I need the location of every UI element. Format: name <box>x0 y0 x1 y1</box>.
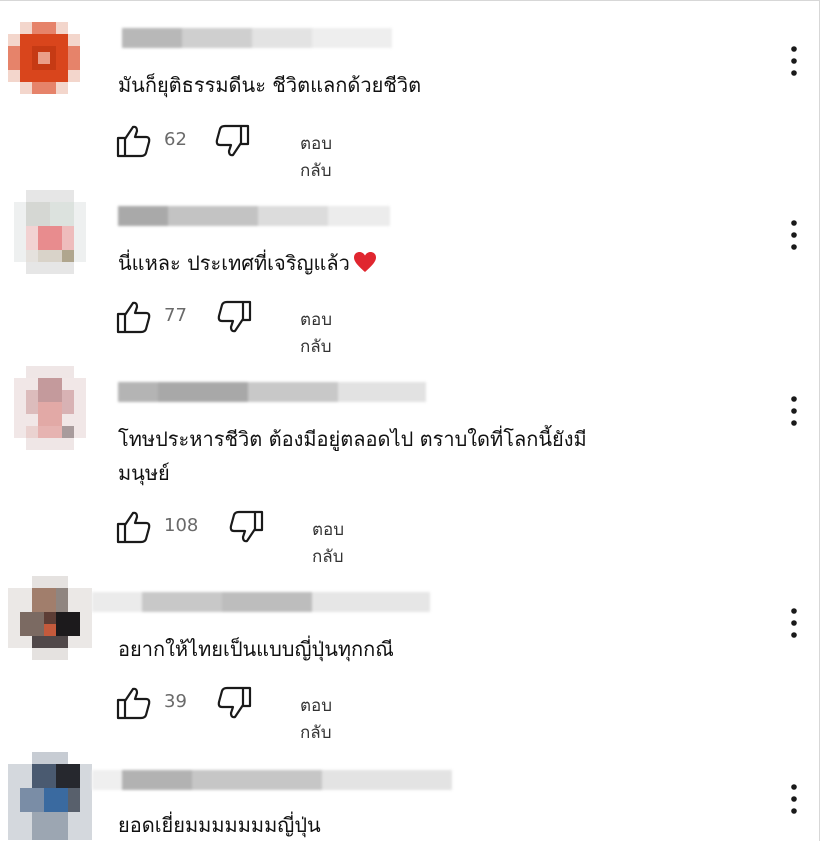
avatar[interactable] <box>14 190 86 274</box>
thumb-up-icon[interactable] <box>116 510 152 544</box>
more-options-button[interactable] <box>784 782 804 818</box>
heart-emoji <box>353 252 376 272</box>
avatar[interactable] <box>8 22 80 94</box>
thumb-down-icon[interactable] <box>216 300 252 334</box>
author-name-blurred[interactable] <box>118 382 426 402</box>
thumb-up-icon[interactable] <box>116 686 152 720</box>
thumb-down-icon[interactable] <box>228 510 264 544</box>
author-name-blurred[interactable] <box>92 592 430 612</box>
more-options-button[interactable] <box>784 606 804 642</box>
comment-text: อยากให้ไทยเป็นแบบญี่ปุ่นทุกกณี <box>118 637 394 661</box>
thumb-down-icon[interactable] <box>214 124 250 158</box>
more-vertical-icon <box>791 46 797 76</box>
more-vertical-icon <box>791 608 797 638</box>
thumb-up-icon[interactable] <box>116 124 152 158</box>
thumb-up-icon[interactable] <box>116 300 152 334</box>
thumb-down-icon[interactable] <box>216 686 252 720</box>
like-count: 77 <box>164 305 187 326</box>
avatar[interactable] <box>14 366 86 450</box>
reply-button[interactable]: ตอบกลับ <box>300 306 332 360</box>
more-vertical-icon <box>791 396 797 426</box>
more-options-button[interactable] <box>784 218 804 254</box>
comment-text: ยอดเยี่ยมมมมมมมญี่ปุ่น <box>118 813 321 837</box>
like-count: 62 <box>164 129 187 150</box>
more-options-button[interactable] <box>784 394 804 430</box>
comment-text-line2: มนุษย์ <box>118 461 170 485</box>
reply-button[interactable]: ตอบกลับ <box>300 692 332 746</box>
author-name-blurred[interactable] <box>92 770 452 790</box>
comment-text: นี่แหละ ประเทศที่เจริญแล้ว <box>118 246 377 280</box>
reply-button[interactable]: ตอบกลับ <box>300 130 332 184</box>
more-vertical-icon <box>791 784 797 814</box>
reply-button[interactable]: ตอบกลับ <box>312 516 344 570</box>
avatar[interactable] <box>8 752 92 840</box>
comment-text-content: นี่แหละ ประเทศที่เจริญแล้ว <box>118 251 350 275</box>
like-count: 39 <box>164 691 187 712</box>
author-name-blurred[interactable] <box>122 28 392 48</box>
more-vertical-icon <box>791 220 797 250</box>
comment-text: โทษประหารชีวิต ต้องมีอยู่ตลอดไป ตราบใดที… <box>118 427 587 451</box>
avatar[interactable] <box>8 576 92 660</box>
like-count: 108 <box>164 515 199 536</box>
author-name-blurred[interactable] <box>118 206 390 226</box>
more-options-button[interactable] <box>784 44 804 80</box>
comment-text: มันก็ยุติธรรมดีนะ ชีวิตแลกด้วยชีวิต <box>118 73 422 97</box>
